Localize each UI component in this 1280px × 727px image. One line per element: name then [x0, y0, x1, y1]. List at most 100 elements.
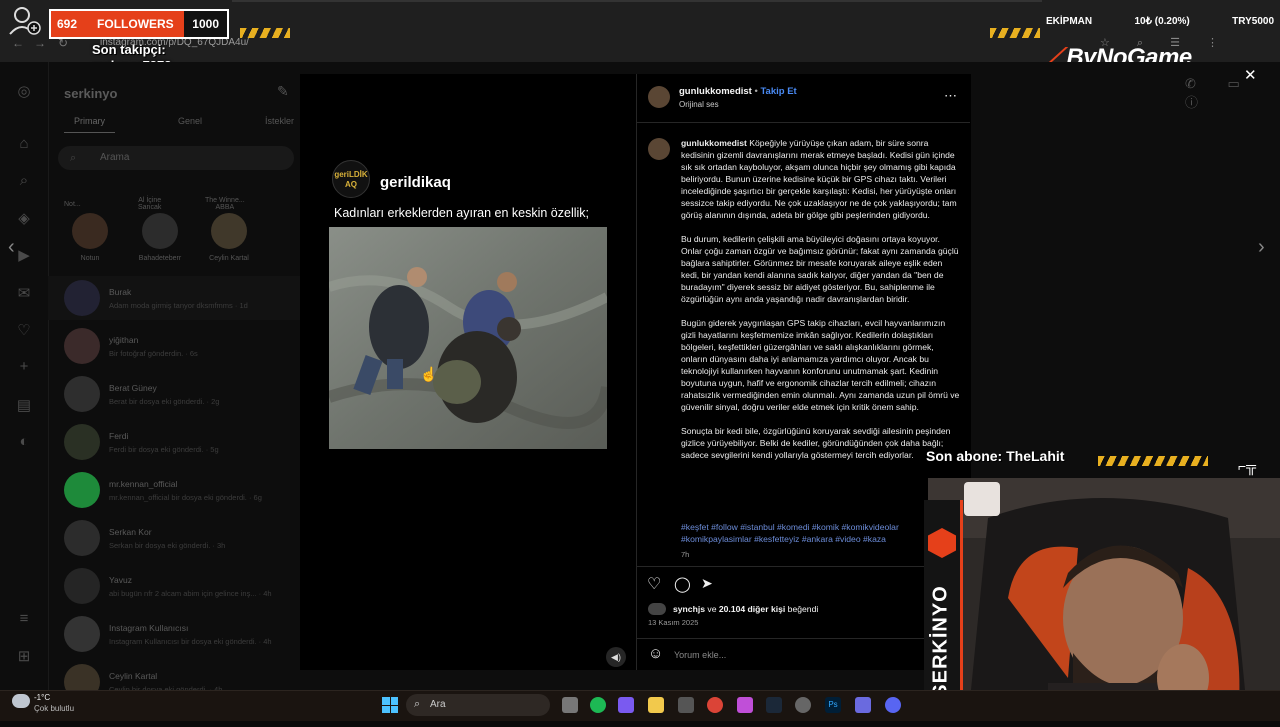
- app-icon[interactable]: [855, 697, 871, 713]
- ticker-code: TRY5000: [1232, 15, 1274, 27]
- obs-icon[interactable]: [795, 697, 811, 713]
- note-user[interactable]: Al İçine Sancak Bahadeteberr: [130, 193, 190, 262]
- last-follower-label: Son takipçi:: [92, 42, 166, 57]
- note-name: Notun: [80, 255, 100, 262]
- spotify-icon[interactable]: [590, 697, 606, 713]
- note-name: Bahadeteberr: [138, 255, 182, 262]
- author-name[interactable]: gunlukkomedist: [679, 86, 752, 97]
- divider: [636, 638, 970, 639]
- dm-conversation[interactable]: Burak Adam moda girmiş tanyor dksmfmms · …: [48, 276, 300, 320]
- weather-temp[interactable]: -1°C: [34, 693, 50, 702]
- weather-desc[interactable]: Çok bulutlu: [34, 704, 74, 713]
- profile-icon[interactable]: ◐: [15, 433, 33, 451]
- dm-conversation[interactable]: yiğithan Bir fotoğraf gönderdin. · 6s: [64, 324, 294, 368]
- dm-conversation[interactable]: mr.kennan_official mr.kennan_official bir…: [64, 468, 294, 512]
- share-icon[interactable]: ➤: [701, 575, 713, 592]
- emoji-icon[interactable]: ☺: [648, 645, 663, 662]
- menu-icon[interactable]: ≡: [15, 610, 33, 628]
- conversation-name: Burak: [109, 286, 132, 297]
- dm-conversation[interactable]: Yavuz abi bugün nfr 2 alcam abim için gel…: [64, 564, 294, 608]
- caption-paragraph: Köpeğiyle yürüyüşe çıkan adam, bir süre …: [681, 138, 957, 220]
- caption-avatar[interactable]: [648, 138, 670, 160]
- store-icon[interactable]: [678, 697, 694, 713]
- dm-conversation[interactable]: Serkan Kor Serkan bir dosya eki gönderdi.…: [64, 516, 294, 560]
- steam-icon[interactable]: [766, 697, 782, 713]
- overlay-frame: [232, 0, 1042, 2]
- tab-general[interactable]: Genel: [178, 116, 202, 133]
- more-options-icon[interactable]: ⋯: [944, 88, 957, 104]
- conversation-name: mr.kennan_official: [109, 478, 178, 489]
- instagram-icon[interactable]: ◎: [15, 82, 33, 100]
- followers-count: 692: [57, 17, 78, 31]
- home-icon[interactable]: ⌂: [15, 135, 33, 153]
- app-icon[interactable]: [737, 697, 753, 713]
- dm-conversation[interactable]: Instagram Kullanıcısı Instagram Kullanıcı…: [64, 612, 294, 656]
- dashboard-icon[interactable]: ▤: [15, 396, 33, 414]
- post-media[interactable]: geriLDİK AQ gerildikaq Kadınları erkekle…: [300, 74, 636, 670]
- dm-conversation[interactable]: Ferdi Ferdi bir dosya eki gönderdi. · 5g: [64, 420, 294, 464]
- follower-icon: [9, 7, 41, 35]
- prev-post-icon[interactable]: ‹: [8, 236, 15, 259]
- avatar: [64, 520, 100, 556]
- reels-icon[interactable]: ▶: [15, 246, 33, 264]
- comment-input[interactable]: Yorum ekle...: [674, 650, 726, 660]
- liker-name[interactable]: synchjs: [673, 604, 705, 614]
- taskview-icon[interactable]: [562, 697, 578, 713]
- streamer-logo-icon: [928, 528, 956, 558]
- mute-icon[interactable]: ◀): [606, 647, 626, 667]
- author-avatar[interactable]: [648, 86, 670, 108]
- streamer-badge: SERKİNYO: [924, 500, 963, 720]
- caption-author[interactable]: gunlukkomedist: [681, 138, 747, 148]
- more-icon[interactable]: ⊞: [15, 647, 33, 665]
- tab-requests[interactable]: İstekler: [265, 116, 294, 133]
- compose-icon[interactable]: ✎: [277, 83, 289, 100]
- forward-icon[interactable]: →: [34, 36, 46, 50]
- caption-paragraph: Sonuçta bir kedi bile, özgürlüğünü koruy…: [681, 426, 951, 460]
- avatar: [142, 213, 178, 249]
- call-actions[interactable]: ✆ ▭ ⓘ: [1185, 76, 1280, 111]
- follow-button[interactable]: Takip Et: [760, 86, 796, 97]
- messages-icon[interactable]: ✉: [15, 284, 33, 302]
- hashtags[interactable]: #keşfet #follow #istanbul #komedi #komik…: [681, 521, 961, 545]
- create-icon[interactable]: +: [15, 358, 33, 376]
- audio-label[interactable]: Orijinal ses: [679, 100, 719, 109]
- search-icon[interactable]: ⌕: [15, 172, 33, 190]
- close-icon[interactable]: ✕: [1244, 66, 1257, 84]
- conversation-name: Berat Güney: [109, 382, 157, 393]
- avatar: [64, 424, 100, 460]
- followers-label: FOLLOWERS: [97, 17, 174, 31]
- dm-conversation[interactable]: Berat Güney Berat bir dosya eki gönderdi.…: [64, 372, 294, 416]
- conversation-name: Ceylin Kartal: [109, 670, 158, 681]
- taskbar-search[interactable]: ⌕ Ara: [406, 694, 550, 716]
- note-user[interactable]: The Winne... ABBA Ceylin Kartal: [199, 193, 259, 262]
- discord-icon[interactable]: [885, 697, 901, 713]
- notifications-icon[interactable]: ♡: [15, 321, 33, 339]
- like-icon[interactable]: ♡: [647, 574, 661, 594]
- likes-count[interactable]: 20.104 diğer kişi: [719, 604, 785, 614]
- cursor-icon: ☝: [420, 366, 438, 382]
- photoshop-icon[interactable]: Ps: [825, 697, 841, 713]
- chrome-icon[interactable]: [707, 697, 723, 713]
- file-explorer-icon[interactable]: [648, 697, 664, 713]
- video-frame[interactable]: [329, 227, 607, 449]
- dm-search-input[interactable]: Arama: [58, 146, 294, 170]
- likes-summary[interactable]: synchjs ve 20.104 diğer kişi beğendi: [673, 604, 818, 614]
- post-caption: gunlukkomedist Köpeğiyle yürüyüşe çıkan …: [681, 137, 961, 473]
- tab-primary[interactable]: Primary: [64, 116, 115, 133]
- webcam-feed: [928, 478, 1280, 720]
- start-icon[interactable]: [382, 697, 398, 713]
- back-icon[interactable]: ←: [12, 36, 24, 50]
- conversation-preview: Berat bir dosya eki gönderdi. · 2g: [109, 396, 220, 406]
- comment-icon[interactable]: ◯: [674, 575, 691, 593]
- explore-icon[interactable]: ◈: [15, 209, 33, 227]
- conversation-preview: Adam moda girmiş tanyor dksmfmms · 1d: [109, 300, 248, 310]
- dm-username[interactable]: serkinyo: [64, 86, 117, 101]
- app-icon[interactable]: [618, 697, 634, 713]
- next-post-icon[interactable]: ›: [1258, 236, 1265, 259]
- ticker-label: EKİPMAN: [1046, 15, 1093, 27]
- taskbar: [0, 690, 1280, 721]
- webcam-image: [928, 478, 1280, 720]
- liker-avatars: [648, 603, 666, 615]
- avatar: [64, 472, 100, 508]
- note-own[interactable]: Not... Notun: [60, 193, 120, 262]
